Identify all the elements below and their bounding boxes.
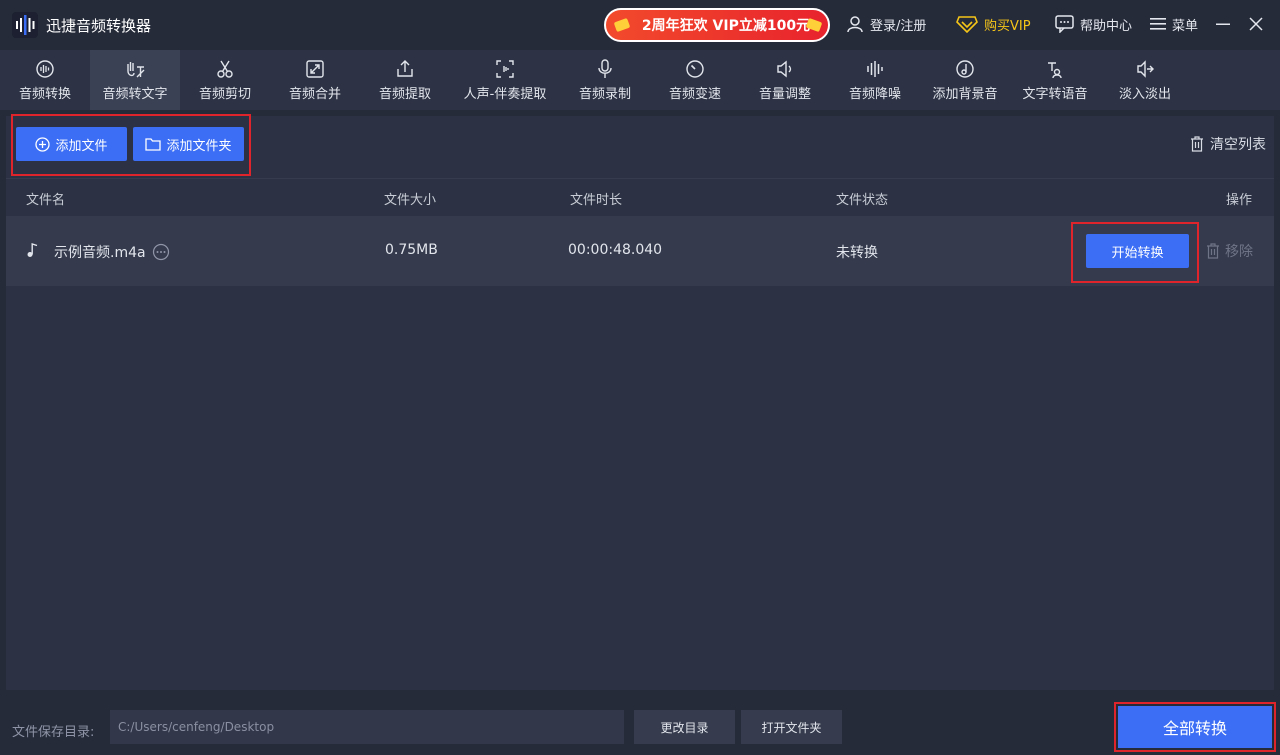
tab-add-bgm[interactable]: 添加背景音 bbox=[920, 50, 1010, 110]
user-icon bbox=[847, 16, 863, 33]
tool-label: 淡入淡出 bbox=[1118, 86, 1171, 102]
promo-banner[interactable]: 2周年狂欢 VIP立减100元 bbox=[604, 8, 830, 42]
app-logo-icon bbox=[12, 12, 38, 38]
table-header: 文件名 文件大小 文件时长 文件状态 操作 bbox=[6, 178, 1274, 216]
add-file-button[interactable]: 添加文件 bbox=[16, 127, 127, 161]
clear-list-label: 清空列表 bbox=[1210, 137, 1266, 153]
file-duration: 00:00:48.040 bbox=[568, 242, 663, 258]
tab-text-to-speech[interactable]: 文字转语音 bbox=[1010, 50, 1100, 110]
tool-label: 音频转文字 bbox=[102, 86, 168, 102]
app-title: 迅捷音频转换器 bbox=[46, 17, 152, 35]
text-speech-icon bbox=[1048, 61, 1062, 78]
login-label: 登录/注册 bbox=[870, 18, 927, 34]
tab-audio-merge[interactable]: 音频合并 bbox=[270, 50, 360, 110]
tool-label: 音频录制 bbox=[578, 86, 631, 102]
tab-volume-adjust[interactable]: 音量调整 bbox=[740, 50, 830, 110]
table-row: 示例音频.m4a 0.75MB 00:00:48.040 未转换 开始转换 移除 bbox=[6, 216, 1274, 286]
folder-icon bbox=[145, 138, 162, 151]
promo-text: 2周年狂欢 VIP立减100元 bbox=[641, 18, 811, 34]
tab-noise-reduce[interactable]: 音频降噪 bbox=[830, 50, 920, 110]
speed-dial-icon bbox=[686, 59, 704, 78]
col-status: 文件状态 bbox=[836, 193, 889, 208]
tool-label: 音频合并 bbox=[288, 86, 341, 102]
login-link[interactable]: 登录/注册 bbox=[846, 14, 926, 34]
remove-button[interactable]: 移除 bbox=[1206, 241, 1253, 261]
tab-fade-in-out[interactable]: 淡入淡出 bbox=[1100, 50, 1190, 110]
more-options-icon[interactable] bbox=[152, 243, 170, 261]
open-folder-button[interactable]: 打开文件夹 bbox=[741, 710, 842, 744]
fade-icon bbox=[1137, 59, 1154, 78]
tab-audio-extract[interactable]: 音频提取 bbox=[360, 50, 450, 110]
tool-label: 音频变速 bbox=[668, 86, 721, 102]
tab-audio-speed[interactable]: 音频变速 bbox=[650, 50, 740, 110]
open-folder-label: 打开文件夹 bbox=[761, 720, 822, 735]
convert-all-label: 全部转换 bbox=[1162, 719, 1227, 738]
save-dir-label: 文件保存目录: bbox=[12, 725, 95, 740]
tool-label: 添加背景音 bbox=[932, 86, 998, 102]
tool-label: 音频转换 bbox=[18, 86, 71, 102]
help-link[interactable]: 帮助中心 bbox=[1055, 14, 1132, 34]
close-icon[interactable] bbox=[1247, 15, 1265, 33]
trash-icon bbox=[1207, 243, 1219, 259]
music-note-icon bbox=[27, 243, 38, 257]
add-folder-label: 添加文件夹 bbox=[166, 138, 232, 154]
col-action: 操作 bbox=[1226, 193, 1253, 208]
col-name: 文件名 bbox=[26, 193, 66, 208]
remove-label: 移除 bbox=[1225, 244, 1253, 260]
start-convert-button[interactable]: 开始转换 bbox=[1086, 234, 1189, 268]
col-size: 文件大小 bbox=[384, 193, 437, 208]
buy-vip-label: 购买VIP bbox=[984, 18, 1031, 34]
add-folder-button[interactable]: 添加文件夹 bbox=[133, 127, 244, 161]
feature-toolbar: 音频转换 音频转文字 音频剪切 音频合并 音频提取 人声-伴奏提取 音频录制 音… bbox=[0, 50, 1280, 110]
add-file-label: 添加文件 bbox=[55, 138, 108, 154]
menu-button[interactable]: 菜单 bbox=[1150, 14, 1198, 34]
plus-circle-icon bbox=[35, 136, 51, 152]
tool-label: 音频提取 bbox=[378, 86, 431, 102]
title-bar: 迅捷音频转换器 2周年狂欢 VIP立减100元 登录/注册 购买VIP 帮助中心 bbox=[0, 0, 1280, 50]
chat-bubble-icon bbox=[1055, 15, 1074, 33]
tab-audio-cut[interactable]: 音频剪切 bbox=[180, 50, 270, 110]
tool-label: 音频降噪 bbox=[848, 86, 901, 102]
hand-text-icon bbox=[127, 61, 145, 77]
coupon-icon bbox=[614, 18, 630, 32]
noise-bars-icon bbox=[867, 60, 883, 77]
buy-vip-link[interactable]: 购买VIP bbox=[956, 14, 1031, 34]
help-label: 帮助中心 bbox=[1080, 18, 1133, 34]
tab-audio-record[interactable]: 音频录制 bbox=[560, 50, 650, 110]
scissors-icon bbox=[217, 60, 233, 78]
col-duration: 文件时长 bbox=[570, 193, 623, 208]
merge-arrows-icon bbox=[306, 59, 324, 78]
tool-label: 音量调整 bbox=[758, 86, 811, 102]
trash-icon bbox=[1191, 136, 1203, 152]
music-disc-icon bbox=[956, 59, 974, 78]
menu-label: 菜单 bbox=[1172, 18, 1199, 34]
file-size: 0.75MB bbox=[385, 242, 438, 258]
tab-audio-convert[interactable]: 音频转换 bbox=[0, 50, 90, 110]
tool-label: 音频剪切 bbox=[198, 86, 251, 102]
vip-diamond-icon bbox=[956, 16, 978, 33]
file-name: 示例音频.m4a bbox=[54, 245, 146, 261]
tab-vocal-extract[interactable]: 人声-伴奏提取 bbox=[450, 50, 560, 110]
hamburger-icon bbox=[1150, 18, 1166, 30]
upload-box-icon bbox=[397, 59, 413, 77]
file-status: 未转换 bbox=[836, 245, 878, 261]
minimize-icon[interactable] bbox=[1214, 15, 1232, 33]
waveform-circle-icon bbox=[36, 59, 54, 78]
save-path-input[interactable] bbox=[110, 710, 624, 744]
file-list-panel: 添加文件 添加文件夹 清空列表 文件名 文件大小 文件时长 文件状态 操作 示例… bbox=[6, 114, 1274, 690]
change-dir-label: 更改目录 bbox=[660, 720, 709, 735]
clear-list-button[interactable]: 清空列表 bbox=[1190, 134, 1266, 154]
start-convert-label: 开始转换 bbox=[1111, 245, 1164, 261]
microphone-icon bbox=[598, 58, 612, 78]
coupon-icon bbox=[806, 18, 822, 32]
convert-all-button[interactable]: 全部转换 bbox=[1118, 706, 1272, 748]
tab-audio-to-text[interactable]: 音频转文字 bbox=[90, 50, 180, 110]
tool-label: 人声-伴奏提取 bbox=[463, 86, 547, 102]
speaker-icon bbox=[777, 60, 792, 77]
bottom-bar: 文件保存目录: 更改目录 打开文件夹 全部转换 bbox=[0, 696, 1280, 755]
change-dir-button[interactable]: 更改目录 bbox=[634, 710, 735, 744]
voice-scan-icon bbox=[496, 59, 514, 78]
tool-label: 文字转语音 bbox=[1022, 86, 1088, 102]
